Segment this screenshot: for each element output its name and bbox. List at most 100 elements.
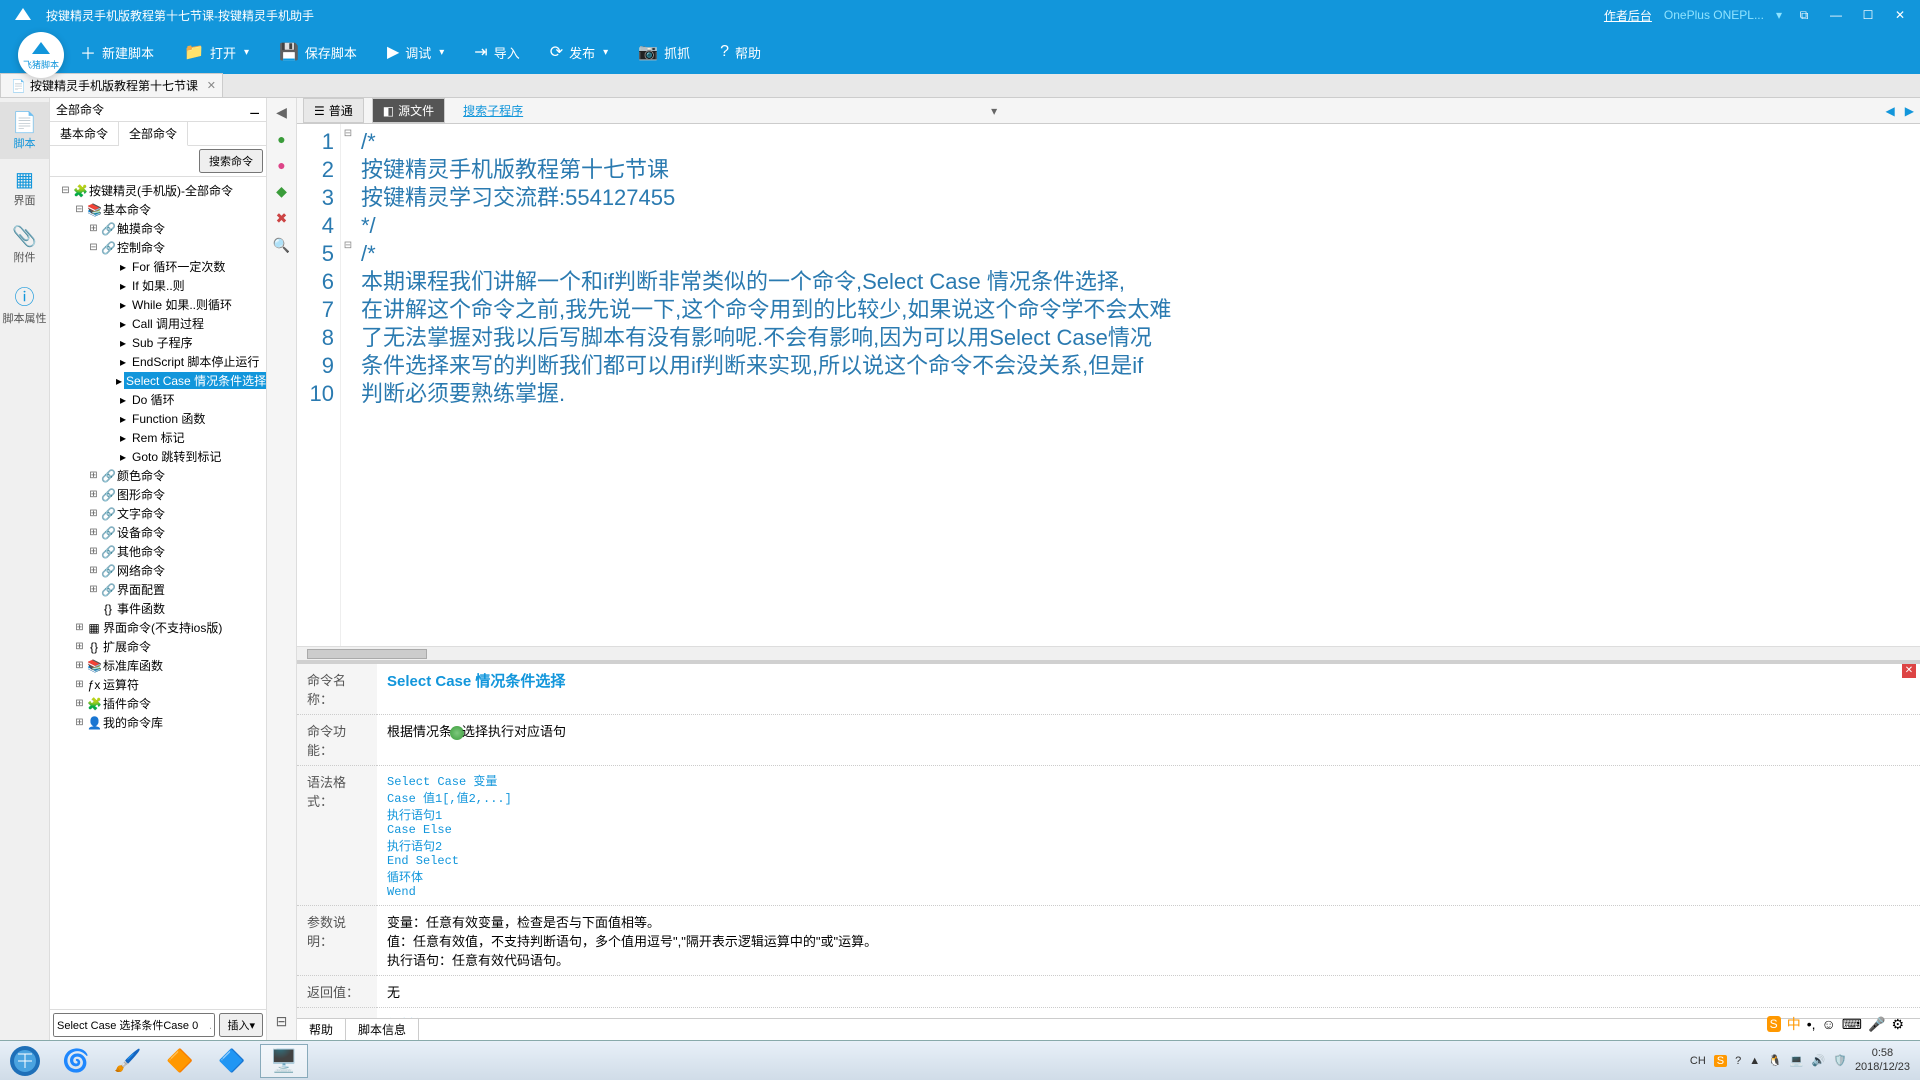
window-minimize-icon[interactable]: — — [1826, 5, 1846, 25]
gutter-marker-4[interactable]: ✖ — [276, 210, 288, 227]
editor-tab-normal[interactable]: ☰普通 — [303, 98, 364, 123]
code-lines[interactable]: /* 按键精灵手机版教程第十七节课 按键精灵学习交流群:554127455 */… — [355, 124, 1920, 660]
taskbar-app-current[interactable]: 🖥️ — [260, 1044, 308, 1078]
help-tab-info[interactable]: 脚本信息 — [346, 1019, 419, 1040]
tree-item-while[interactable]: ▸While 如果..则循环 — [54, 295, 262, 314]
save-button[interactable]: 💾保存脚本 — [279, 42, 357, 62]
gutter-arrow-icon[interactable]: ◀ — [276, 104, 287, 121]
float-badge[interactable]: 飞猪脚本 — [18, 32, 64, 78]
tree-other[interactable]: ⊞🔗其他命令 — [54, 542, 262, 561]
rail-attach[interactable]: 📎附件 — [0, 216, 49, 273]
help-label-name: 命令名称： — [297, 664, 377, 715]
tray-help-icon[interactable]: ? — [1735, 1055, 1741, 1067]
code-editor[interactable]: 12345678910 ⊟ ⊟ /* 按键精灵手机版教程第十七节课 按键精灵学习… — [297, 124, 1920, 660]
ime-emoji-icon[interactable]: ☺ — [1821, 1016, 1835, 1032]
tree-root[interactable]: ⊟🧩按键精灵(手机版)-全部命令 — [54, 181, 262, 200]
tray-clock[interactable]: 0:58 2018/12/23 — [1855, 1047, 1910, 1073]
tree-network[interactable]: ⊞🔗网络命令 — [54, 561, 262, 580]
capture-button[interactable]: 📷抓抓 — [638, 42, 690, 62]
tree-color[interactable]: ⊞🔗颜色命令 — [54, 466, 262, 485]
gutter-marker-1[interactable]: ● — [277, 131, 285, 147]
nav-forward-icon[interactable]: ▶ — [1905, 104, 1914, 118]
tree-item-rem[interactable]: ▸Rem 标记 — [54, 428, 262, 447]
rail-props[interactable]: ⓘ脚本属性 — [0, 273, 49, 334]
ime-toolbar[interactable]: S 中 •, ☺ ⌨ 🎤 ⚙ — [1767, 1014, 1904, 1034]
search-commands-button[interactable]: 搜索命令 — [199, 149, 263, 173]
collapse-icon[interactable]: ⚊ — [249, 103, 260, 117]
help-button[interactable]: ?帮助 — [720, 43, 761, 62]
gutter-collapse-icon[interactable]: ⊟ — [276, 1013, 288, 1030]
insert-button[interactable]: 插入▾ — [219, 1013, 263, 1037]
dropdown-arrow-icon[interactable]: ▾ — [991, 104, 997, 118]
taskbar-app-3[interactable]: 🔶 — [156, 1044, 204, 1078]
start-button[interactable] — [0, 1041, 50, 1081]
ime-keyboard-icon[interactable]: ⌨ — [1842, 1016, 1862, 1033]
tree-plugin[interactable]: ⊞🧩插件命令 — [54, 694, 262, 713]
tree-tab-all[interactable]: 全部命令 — [119, 122, 188, 146]
gutter-marker-2[interactable]: ● — [277, 157, 285, 173]
tray-network-icon[interactable]: 💻 — [1790, 1054, 1804, 1067]
tree-uicmd[interactable]: ⊞▦界面命令(不支持ios版) — [54, 618, 262, 637]
gutter-search-icon[interactable]: 🔍 — [273, 237, 290, 254]
rail-ui[interactable]: ▦界面 — [0, 159, 49, 216]
tree-ext[interactable]: ⊞{}扩展命令 — [54, 637, 262, 656]
tray-flag-icon[interactable]: ▲ — [1749, 1055, 1760, 1067]
editor-tab-source[interactable]: ◧源文件 — [372, 98, 445, 123]
tree-item-selectcase[interactable]: ▸Select Case 情况条件选择 — [54, 371, 262, 390]
tree-item-function[interactable]: ▸Function 函数 — [54, 409, 262, 428]
command-tree[interactable]: ⊟🧩按键精灵(手机版)-全部命令 ⊟📚基本命令 ⊞🔗触摸命令 ⊟🔗控制命令 ▸F… — [50, 177, 266, 1009]
taskbar-app-2[interactable]: 🖌️ — [104, 1044, 152, 1078]
tray-security-icon[interactable]: 🛡️ — [1833, 1054, 1847, 1067]
ime-mic-icon[interactable]: 🎤 — [1868, 1016, 1885, 1033]
help-close-icon[interactable]: ✕ — [1902, 664, 1916, 678]
window-close-icon[interactable]: ✕ — [1890, 5, 1910, 25]
tray-ime[interactable]: CH — [1690, 1055, 1706, 1067]
tree-uiconfig[interactable]: ⊞🔗界面配置 — [54, 580, 262, 599]
tree-mylib[interactable]: ⊞👤我的命令库 — [54, 713, 262, 732]
tray-volume-icon[interactable]: 🔊 — [1812, 1054, 1826, 1067]
open-button[interactable]: 📁打开▾ — [184, 42, 249, 62]
tree-device[interactable]: ⊞🔗设备命令 — [54, 523, 262, 542]
tree-item-goto[interactable]: ▸Goto 跳转到标记 — [54, 447, 262, 466]
help-tab-help[interactable]: 帮助 — [297, 1019, 346, 1040]
tree-operator[interactable]: ⊞ƒx运算符 — [54, 675, 262, 694]
tree-eventfn[interactable]: {}事件函数 — [54, 599, 262, 618]
tree-control[interactable]: ⊟🔗控制命令 — [54, 238, 262, 257]
tree-item-if[interactable]: ▸If 如果..则 — [54, 276, 262, 295]
tree-item-call[interactable]: ▸Call 调用过程 — [54, 314, 262, 333]
tree-shape[interactable]: ⊞🔗图形命令 — [54, 485, 262, 504]
tray-qq-icon[interactable]: 🐧 — [1768, 1054, 1782, 1067]
new-script-button[interactable]: ＋新建脚本 — [80, 40, 154, 64]
tab-close-icon[interactable]: ✕ — [207, 79, 216, 92]
tree-tab-basic[interactable]: 基本命令 — [50, 122, 119, 145]
tree-text[interactable]: ⊞🔗文字命令 — [54, 504, 262, 523]
debug-button[interactable]: ▶调试▾ — [387, 42, 444, 62]
rail-script[interactable]: 📄脚本 — [0, 102, 49, 159]
tree-stdlib[interactable]: ⊞📚标准库函数 — [54, 656, 262, 675]
window-restore-icon[interactable]: ⧉ — [1794, 5, 1814, 25]
tree-item-sub[interactable]: ▸Sub 子程序 — [54, 333, 262, 352]
import-button[interactable]: ⇥导入 — [474, 42, 519, 62]
insert-code-input[interactable] — [53, 1013, 215, 1037]
ime-punct-icon[interactable]: •, — [1807, 1016, 1816, 1032]
taskbar-app-4[interactable]: 🔷 — [208, 1044, 256, 1078]
window-maximize-icon[interactable]: ☐ — [1858, 5, 1878, 25]
gutter-marker-3[interactable]: ◆ — [276, 183, 287, 200]
author-backend-link[interactable]: 作者后台 — [1604, 7, 1652, 24]
tree-touch[interactable]: ⊞🔗触摸命令 — [54, 219, 262, 238]
tree-item-endscript[interactable]: ▸EndScript 脚本停止运行 — [54, 352, 262, 371]
help-func-desc: 根据情况条选择执行对应语句 — [377, 715, 1920, 766]
search-sub-link[interactable]: 搜索子程序 — [463, 102, 523, 119]
tree-item-do[interactable]: ▸Do 循环 — [54, 390, 262, 409]
nav-back-icon[interactable]: ◀ — [1886, 104, 1895, 118]
fold-column[interactable]: ⊟ ⊟ — [341, 124, 355, 660]
tree-item-for[interactable]: ▸For 循环一定次数 — [54, 257, 262, 276]
device-selector[interactable]: OnePlus ONEPL... — [1664, 8, 1764, 22]
taskbar-app-1[interactable]: 🌀 — [52, 1044, 100, 1078]
publish-button[interactable]: ⟳发布▾ — [550, 42, 608, 62]
tree-basic[interactable]: ⊟📚基本命令 — [54, 200, 262, 219]
horizontal-scrollbar[interactable] — [297, 646, 1920, 660]
ime-settings-icon[interactable]: ⚙ — [1891, 1016, 1904, 1033]
tray-sogou-icon[interactable]: S — [1714, 1055, 1727, 1067]
ime-lang-icon[interactable]: 中 — [1787, 1014, 1801, 1034]
